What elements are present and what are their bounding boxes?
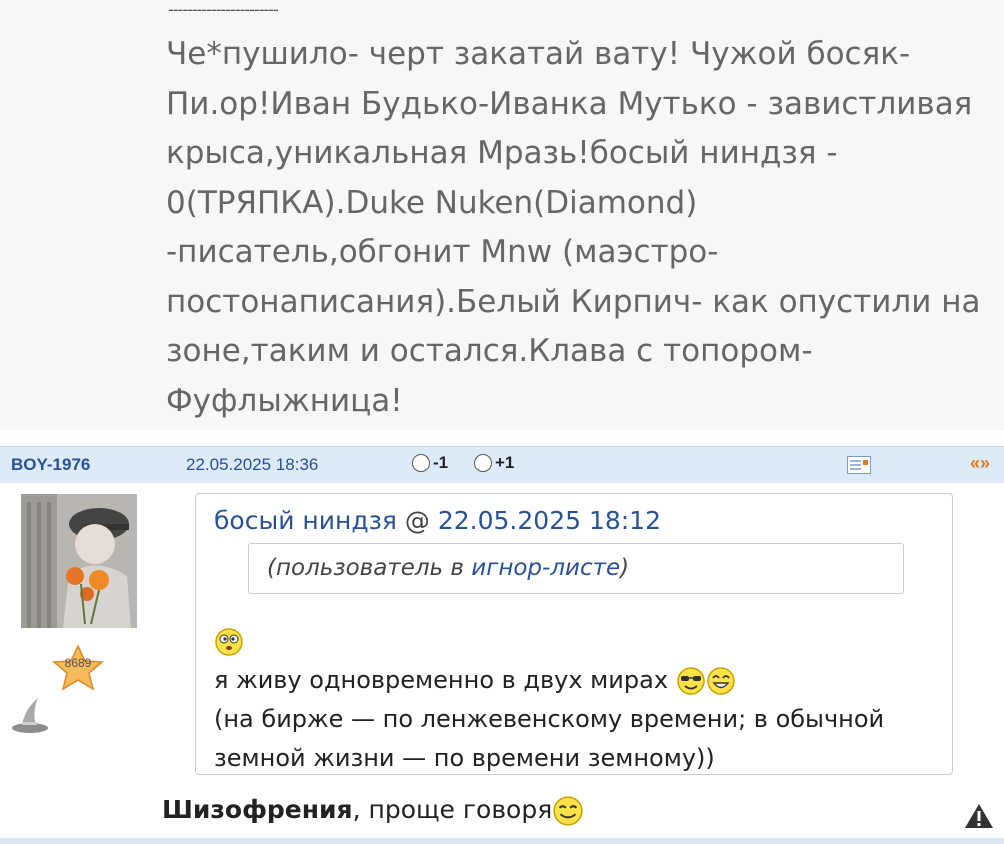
smiley-icon [215,628,243,656]
previous-post-line: зоне,таким и остался.Клава с топором- [166,333,813,369]
vote-plus-label: +1 [495,453,515,472]
vote-minus[interactable]: -1 [412,453,448,473]
previous-post-line: -писатель,обгонит Mnw (маэстро- [166,234,719,270]
rating-value: 8689 [65,656,92,670]
avatar-image [21,494,137,628]
radio-minus[interactable] [412,454,430,472]
reply-text: Шизофрения, проще говоря [162,795,584,827]
post-divider [0,838,1004,844]
ignore-notice: (пользователь в игнор-листе) [267,555,629,581]
author-link[interactable]: BOY-1976 [11,455,90,475]
previous-post: ----------------------- Че*пушило- черт … [0,0,1004,430]
ignore-list-link[interactable]: игнор-листе [471,555,620,581]
star-badge-icon: 8689 [52,644,104,691]
previous-post-line: 0(ТРЯПКА).Duke Nuken(Diamond) [166,184,698,221]
grin-smiley-icon [553,796,583,826]
vote-plus[interactable]: +1 [474,453,514,473]
vote-minus-label: -1 [433,453,449,472]
quote-line: (на бирже — по ленжевенскому времени; в … [214,705,885,733]
message-icon[interactable] [847,456,871,474]
reply-bold: Шизофрения [162,795,353,824]
quote-author-link[interactable]: босый ниндзя [214,506,397,535]
quote-body: я живу одновременно в двух мирах (на бир… [214,622,934,778]
quote-date-link[interactable]: 22.05.2025 18:12 [438,506,661,535]
quote-box: босый ниндзя @ 22.05.2025 18:12 (пользов… [195,493,953,775]
previous-post-line: крыса,уникальная Мразь!босый ниндзя - [166,135,838,171]
quote-button[interactable]: «» [970,453,990,474]
previous-post-line: Фуфлыжница! [166,382,403,419]
rating-badge: 8689 [51,644,105,691]
radio-plus[interactable] [474,454,492,472]
post-header: BOY-1976 22.05.2025 18:36 -1 +1 «» [0,446,1004,483]
quote-at: @ [404,506,430,535]
separator-line: ----------------------- [168,0,279,19]
ignore-prefix: (пользователь в [267,555,472,581]
quote-line-text: я живу одновременно в двух мирах [214,666,669,694]
warning-icon[interactable] [964,803,994,829]
quote-header: босый ниндзя @ 22.05.2025 18:12 [214,506,661,535]
avatar[interactable] [21,494,137,628]
reply-rest: , проще говоря [352,795,553,824]
quote-line: я живу одновременно в двух мирах [214,661,934,700]
smiley-line [214,622,934,661]
cool-smiley-icon [676,667,705,695]
previous-post-line: Че*пушило- черт закатай вату! Чужой бося… [166,36,911,72]
ignored-quote-box: (пользователь в игнор-листе) [248,543,904,594]
post-date[interactable]: 22.05.2025 18:36 [186,455,318,475]
quote-line: земной жизни — по времени земному)) [214,744,715,772]
ignore-suffix: ) [620,555,630,581]
laugh-smiley-icon [706,667,735,695]
previous-post-line: постонаписания).Белый Кирпич- как опусти… [166,283,981,320]
previous-post-line: Пи.ор!Иван Будько-Иванка Мутько - завист… [166,85,973,122]
previous-post-text: Че*пушило- черт закатай вату! Чужой бося… [166,30,996,426]
wizard-hat-icon [10,696,52,736]
